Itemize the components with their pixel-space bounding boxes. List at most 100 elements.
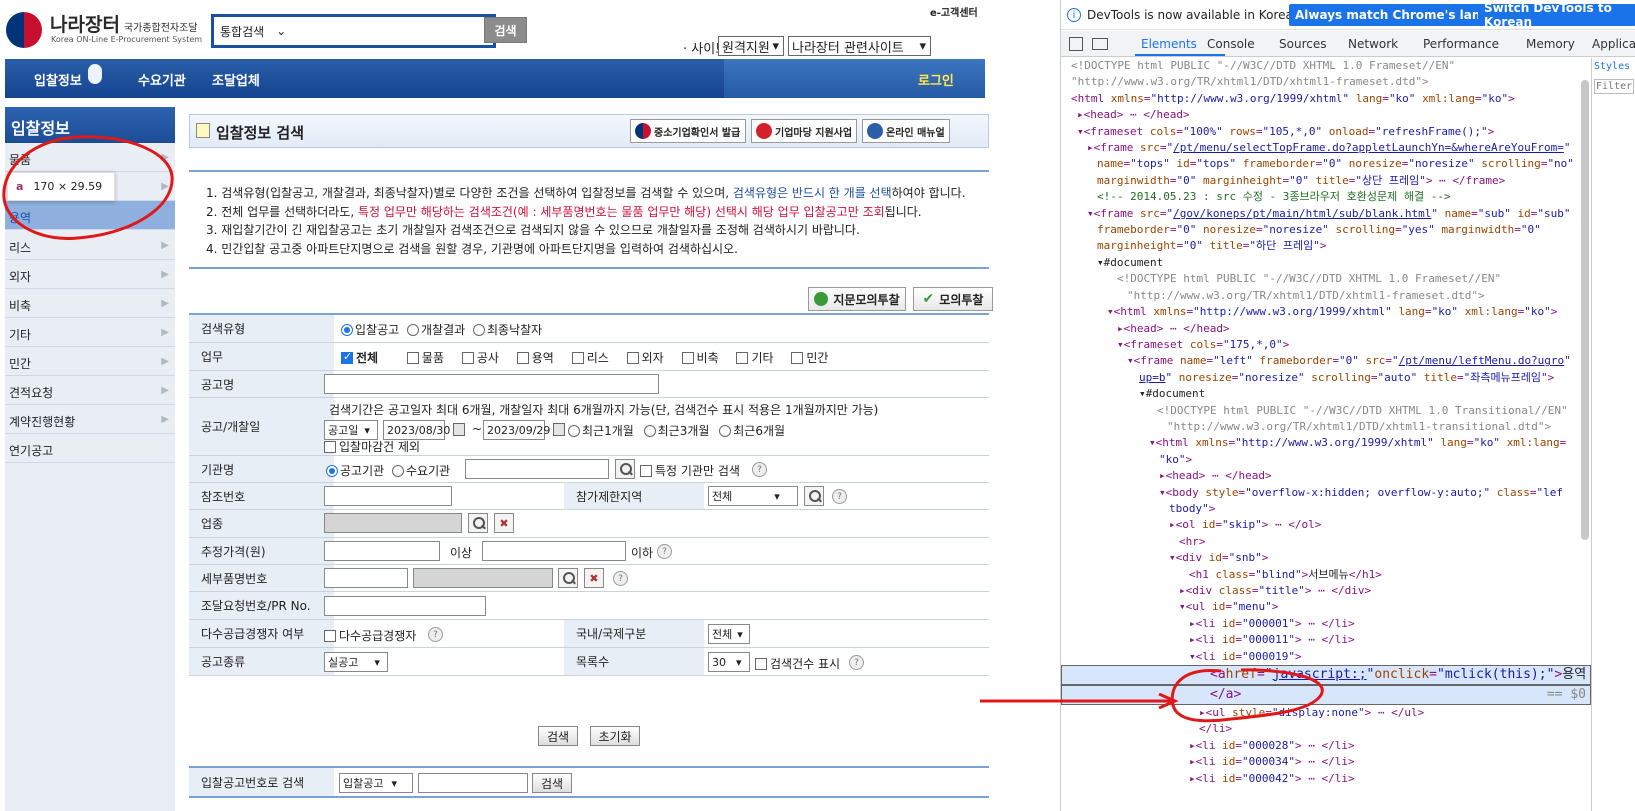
dom-line[interactable]: <!-- 2014.05.23 : src 수정 - 3종브라우저 호환성문제 … [1061, 189, 1591, 205]
dom-line[interactable]: ▸<li id="000042"> ⋯ </li> [1061, 771, 1591, 787]
dom-line[interactable]: "http://www.w3.org/TR/xhtml1/DTD/xhtml1-… [1061, 74, 1591, 90]
search-icon[interactable] [804, 486, 824, 506]
device-toolbar-icon[interactable] [1092, 38, 1108, 50]
tab-performance[interactable]: Performance [1423, 37, 1499, 51]
sidebar-item-private[interactable]: 민간 ▶ [5, 347, 175, 376]
dom-line[interactable]: ▸<head> ⋯ </head> [1061, 468, 1591, 484]
dom-line[interactable]: <!DOCTYPE html PUBLIC "-//W3C//DTD XHTML… [1061, 58, 1591, 74]
ref-no-input[interactable] [324, 486, 452, 506]
logo-title[interactable]: 나라장터 국가종합전자조달 [50, 10, 198, 37]
dom-line[interactable]: ▾<frameset cols="100%" rows="105,*,0" on… [1061, 124, 1591, 140]
bid-no-type-select[interactable]: 입찰공고 ▾ [339, 773, 413, 793]
dom-line[interactable]: ▾<frame name="left" frameborder="0" src=… [1061, 353, 1591, 369]
biz-support-button[interactable]: 기업마당 지원사업 [751, 119, 857, 143]
form-reset-button[interactable]: 초기화 [590, 726, 640, 746]
gnb-item-supplier[interactable]: 조달업체 [212, 70, 260, 89]
checkbox-work-construction[interactable] [461, 352, 474, 364]
fingerprint-mock-bid-button[interactable]: 지문모의투찰 [808, 287, 906, 311]
dom-line[interactable]: ▸<li id="000011"> ⋯ </li> [1061, 632, 1591, 648]
date-from-input[interactable]: 2023/08/30 [383, 420, 450, 440]
calendar-icon[interactable] [453, 423, 465, 436]
sidebar-item-quote[interactable]: 견적요청 ▶ [5, 376, 175, 405]
tab-network[interactable]: Network [1348, 37, 1398, 51]
dom-line[interactable]: frameborder="0" noresize="noresize" scro… [1061, 222, 1591, 238]
logo-emblem-icon[interactable] [6, 12, 42, 48]
radio-demand-agency[interactable] [392, 465, 404, 477]
checkbox-multi[interactable] [324, 630, 336, 642]
tab-elements[interactable]: Elements [1141, 37, 1197, 51]
date-type-select[interactable]: 공고일 ▾ [324, 420, 378, 440]
search-button[interactable]: 검색 [484, 17, 527, 43]
form-search-button[interactable]: 검색 [538, 726, 578, 746]
search-icon[interactable] [468, 513, 488, 533]
search-icon[interactable] [615, 459, 635, 479]
help-icon[interactable]: ? [428, 627, 443, 642]
help-icon[interactable]: ? [849, 655, 864, 670]
dom-line[interactable]: ▾<frameset cols="175,*,0"> [1061, 337, 1591, 353]
dom-line[interactable]: "http://www.w3.org/TR/xhtml1/DTD/xhtml1-… [1061, 419, 1591, 435]
dom-line[interactable]: ▾<html xmlns="http://www.w3.org/1999/xht… [1061, 304, 1591, 320]
sidebar-item-contract-status[interactable]: 계약진행현황 ▶ [5, 405, 175, 434]
dom-line[interactable]: ▸<ol id="skip"> ⋯ </ol> [1061, 517, 1591, 533]
sidebar-item-foreign[interactable]: 외자 ▶ [5, 260, 175, 289]
tab-sources[interactable]: Sources [1279, 37, 1326, 51]
domestic-select[interactable]: 전체 ▾ [708, 624, 750, 644]
date-to-input[interactable]: 2023/09/29 [483, 420, 550, 440]
checkbox-work-all[interactable] [341, 350, 353, 364]
help-icon[interactable]: ? [752, 462, 767, 477]
dom-line[interactable]: <h1 class="blind">서브메뉴</h1> [1061, 567, 1591, 583]
checkbox-work-lease[interactable] [571, 352, 584, 364]
checkbox-work-service[interactable] [516, 352, 529, 364]
checkbox-work-private[interactable] [791, 352, 804, 364]
dom-line[interactable]: ▸<div class="title"> ⋯ </div> [1061, 583, 1591, 599]
radio-notice-agency[interactable] [326, 465, 338, 477]
integrated-search-box[interactable]: 통합검색 ⌄ [211, 14, 496, 48]
login-link[interactable]: 로그인 [918, 70, 954, 89]
search-type-select[interactable]: 통합검색 ⌄ [217, 21, 309, 41]
dom-line[interactable]: ▸<li id="000034"> ⋯ </li> [1061, 754, 1591, 770]
price-min-input[interactable] [324, 541, 440, 561]
bid-no-search-button[interactable]: 검색 [532, 773, 572, 793]
dom-line[interactable]: ▾#document [1061, 386, 1591, 402]
industry-input[interactable] [324, 513, 462, 533]
price-max-input[interactable] [482, 541, 626, 561]
dom-line[interactable]: marginheight="0" title="하단 프레임"> [1061, 238, 1591, 254]
dom-line[interactable]: <html xmlns="http://www.w3.org/1999/xhtm… [1061, 91, 1591, 107]
radio-open-result[interactable] [407, 324, 419, 336]
help-icon[interactable]: ? [657, 544, 672, 559]
detail-no-input[interactable] [324, 568, 408, 588]
clear-icon[interactable]: ✖ [494, 513, 514, 533]
dom-line[interactable]: ▸<head> ⋯ </head> [1061, 321, 1591, 337]
gnb-item-bid-info[interactable]: 입찰정보 [34, 70, 82, 89]
dom-line[interactable]: ▾<html xmlns="http://www.w3.org/1999/xht… [1061, 435, 1591, 451]
notice-type-select[interactable]: 실공고 ▾ [324, 652, 388, 672]
sidebar-item-other[interactable]: 기타 ▶ [5, 318, 175, 347]
dom-line[interactable]: up=b" noresize="noresize" scrolling="aut… [1061, 370, 1591, 386]
help-icon[interactable]: ? [832, 489, 847, 504]
dom-line[interactable]: <hr> [1061, 534, 1591, 550]
radio-bid-notice[interactable] [341, 324, 353, 336]
calendar-icon[interactable] [553, 423, 565, 436]
dom-line[interactable]: ▸<li id="000028"> ⋯ </li> [1061, 738, 1591, 754]
sme-certificate-button[interactable]: 중소기업확인서 발급 [630, 119, 746, 143]
dom-line[interactable]: <!DOCTYPE html PUBLIC "-//W3C//DTD XHTML… [1061, 271, 1591, 287]
customer-center-link[interactable]: e-고객센터 [930, 4, 978, 19]
tab-application[interactable]: Application [1592, 37, 1635, 51]
bid-no-input[interactable] [418, 773, 528, 793]
related-sites-select[interactable]: 나라장터 관련사이트 ▾ [788, 36, 931, 56]
checkbox-work-foreign[interactable] [626, 352, 639, 364]
dom-line[interactable]: ▾<frame src="/gov/koneps/pt/main/html/su… [1061, 206, 1591, 222]
sidebar-item-postponed[interactable]: 연기공고 [5, 434, 175, 463]
dom-line[interactable]: "ko"> [1061, 452, 1591, 468]
dom-line[interactable]: ▾<li id="000019"> [1061, 649, 1591, 665]
checkbox-exclude-closed[interactable] [324, 441, 336, 453]
radio-recent-1m[interactable] [568, 425, 580, 437]
notice-name-input[interactable] [324, 374, 659, 394]
clear-icon[interactable]: ✖ [584, 568, 604, 588]
dom-line[interactable]: marginwidth="0" marginheight="0" title="… [1061, 173, 1591, 189]
radio-recent-6m[interactable] [719, 425, 732, 437]
remote-support-select[interactable]: 원격지원 ▾ [718, 36, 784, 56]
help-icon[interactable]: ? [613, 571, 628, 586]
dom-line[interactable]: tbody"> [1061, 501, 1591, 517]
tab-memory[interactable]: Memory [1526, 37, 1575, 51]
